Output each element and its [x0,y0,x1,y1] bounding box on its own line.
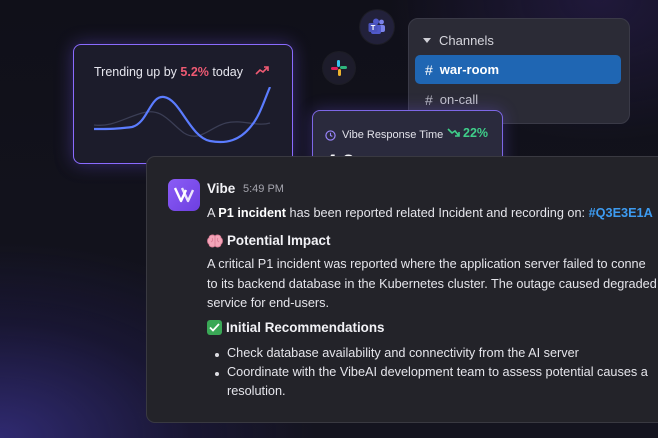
message-time[interactable]: 5:49 PM [243,183,284,195]
impact-line: A critical P1 incident was reported wher… [207,257,646,271]
clock-icon [325,129,336,141]
channel-label: war-room [439,62,500,77]
recommendations-heading-text: Initial Recommendations [226,320,385,335]
trend-down-icon [447,128,460,137]
hash-icon: # [425,91,433,108]
trend-prefix: Trending up by [94,65,177,79]
intro-bold: P1 incident [218,206,286,220]
trend-title: Trending up by 5.2% today [94,65,243,79]
response-label-text: Vibe Response Time [342,129,444,141]
hash-icon: # [425,61,433,78]
recommendation-item: Coordinate with the VibeAI development t… [227,365,648,379]
channels-header-label: Channels [439,33,494,48]
impact-line: service for end-users. [207,296,329,310]
message-sender[interactable]: Vibe [207,181,235,196]
microsoft-teams-icon: T [360,10,394,44]
trend-suffix: today [212,65,243,79]
response-label: Vibe Response Time [325,129,443,141]
bullet-dot-icon [215,372,219,376]
message-intro: A P1 incident has been reported related … [207,204,653,223]
recommendation-item-continued: resolution. [227,384,286,398]
response-change-value: 22% [463,126,489,140]
impact-heading: Potential Impact [207,233,330,248]
trend-sparkline [93,87,272,144]
impact-heading-text: Potential Impact [227,233,331,248]
slack-icon [323,52,355,84]
bullet-dot-icon [215,353,219,357]
check-mark-icon [207,320,222,335]
intro-prefix: A [207,206,215,220]
recommendation-item: Check database availability and connecti… [227,346,579,360]
trend-card: Trending up by 5.2% today [73,44,293,164]
incident-link[interactable]: #Q3E3E1A [589,206,653,220]
svg-text:T: T [371,23,376,32]
intro-rest: has been reported related Incident and r… [289,206,586,220]
trend-up-icon [255,66,269,75]
channel-label: on-call [439,92,479,107]
vibe-avatar[interactable] [168,179,200,211]
trend-percent: 5.2% [180,65,209,79]
brain-icon [207,234,223,247]
message-panel: Vibe 5:49 PM A P1 incident has been repo… [146,156,658,423]
impact-line: to its backend database in the Kubernete… [207,277,657,291]
channels-header[interactable]: Channels [423,33,494,48]
vibe-logo-icon [173,187,195,203]
caret-down-icon [423,38,431,43]
channels-panel: Channels # war-room # on-call [408,18,630,124]
response-change: 22% [447,126,488,140]
channel-item-war-room[interactable]: # war-room [415,55,621,84]
recommendations-heading: Initial Recommendations [207,320,384,335]
